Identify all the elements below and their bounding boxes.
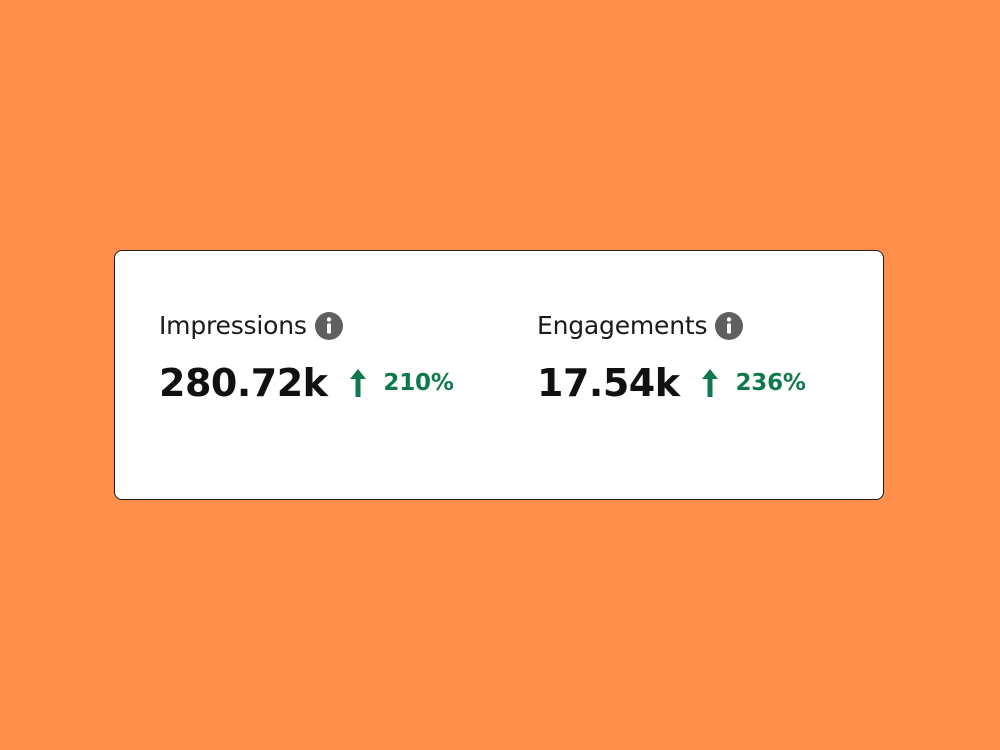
metric-value: 17.54k bbox=[537, 361, 680, 405]
arrow-up-icon bbox=[699, 366, 721, 400]
metric-label-row: Engagements bbox=[537, 311, 744, 340]
metric-label: Impressions bbox=[159, 311, 307, 340]
metric-change: 236% bbox=[735, 370, 806, 396]
arrow-up-icon bbox=[347, 366, 369, 400]
metric-label-row: Impressions bbox=[159, 311, 343, 340]
metric-change: 210% bbox=[383, 370, 454, 396]
metric-value-row: 280.72k 210% bbox=[159, 361, 454, 405]
info-icon[interactable] bbox=[715, 311, 744, 340]
info-icon[interactable] bbox=[314, 311, 343, 340]
metric-value: 280.72k bbox=[159, 361, 328, 405]
metric-value-row: 17.54k 236% bbox=[537, 361, 806, 405]
metric-label: Engagements bbox=[537, 311, 708, 340]
metrics-card: Impressions 280.72k 210% Engagements 17.… bbox=[114, 250, 884, 500]
